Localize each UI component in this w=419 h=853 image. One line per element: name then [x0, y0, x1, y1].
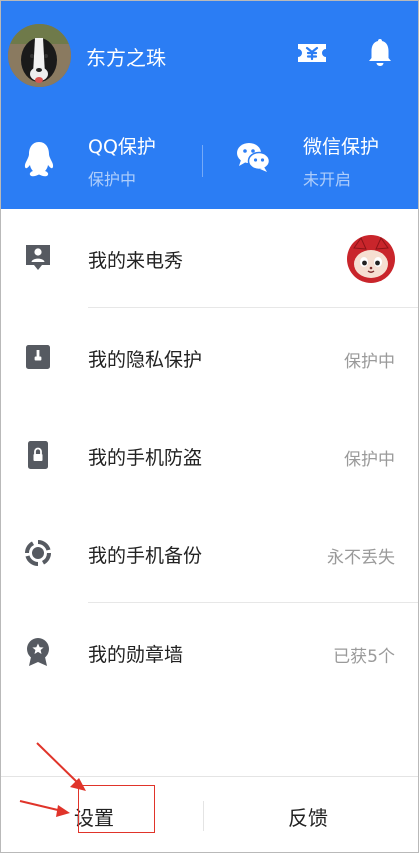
bell-icon[interactable]	[364, 36, 396, 68]
menu-item-backup[interactable]: 我的手机备份 永不丢失	[0, 504, 419, 602]
menu-item-caller-show[interactable]: 我的来电秀	[0, 209, 419, 307]
menu-label-medals: 我的勋章墙	[88, 644, 184, 666]
wechat-protection-title: 微信保护	[303, 136, 380, 158]
profile-row[interactable]: 东方之珠	[0, 0, 419, 110]
qq-penguin-icon	[24, 142, 54, 177]
qq-protection-item[interactable]: QQ保护 保护中	[0, 110, 202, 209]
ticket-icon[interactable]	[296, 37, 328, 69]
backup-sync-icon	[25, 540, 51, 566]
wechat-protection-item[interactable]: 微信保护 未开启	[203, 110, 419, 209]
wechat-protection-status: 未开启	[303, 170, 352, 189]
medal-icon	[27, 638, 49, 666]
menu-value-privacy: 保护中	[344, 352, 395, 372]
feedback-label: 反馈	[288, 806, 328, 830]
menu-label-anti-theft: 我的手机防盗	[88, 447, 203, 469]
menu-item-medals[interactable]: 我的勋章墙 已获5个	[0, 603, 419, 701]
menu-item-anti-theft[interactable]: 我的手机防盗 保护中	[0, 406, 419, 504]
annotation-highlight-box	[78, 785, 155, 833]
fox-mascot-thumbnail	[347, 235, 395, 283]
dog-avatar-image	[8, 24, 71, 87]
phone-lock-icon	[28, 441, 48, 469]
qq-protection-status: 保护中	[88, 170, 137, 189]
contact-card-icon	[26, 245, 50, 270]
account-header: 东方之珠 QQ保护 保护中 微信保护 未开启	[0, 0, 419, 209]
qq-protection-title: QQ保护	[88, 136, 156, 158]
menu-value-medals: 已获5个	[333, 647, 395, 667]
wechat-icon	[237, 143, 271, 172]
menu-value-backup: 永不丢失	[327, 548, 395, 568]
menu-value-anti-theft: 保护中	[344, 450, 395, 470]
avatar[interactable]	[8, 24, 71, 87]
menu-item-privacy[interactable]: 我的隐私保护 保护中	[0, 308, 419, 406]
username[interactable]: 东方之珠	[86, 42, 166, 71]
menu-label-privacy: 我的隐私保护	[88, 349, 203, 371]
privacy-lock-icon	[26, 345, 50, 369]
menu-label-caller-show: 我的来电秀	[88, 250, 184, 272]
protection-row: QQ保护 保护中 微信保护 未开启	[0, 110, 419, 209]
menu-label-backup: 我的手机备份	[88, 545, 203, 567]
bottom-bar: 设置 反馈	[0, 776, 419, 853]
feedback-button[interactable]: 反馈	[204, 777, 419, 853]
